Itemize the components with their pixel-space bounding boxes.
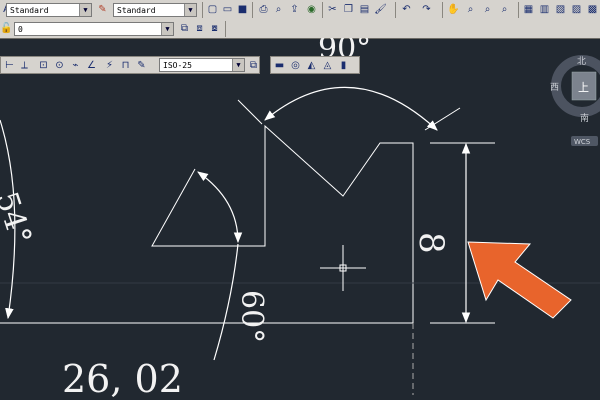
angle-60-text: 60°	[234, 290, 269, 343]
chevron-down-icon[interactable]: ▼	[232, 59, 244, 71]
dim-8-text: 8	[411, 232, 451, 254]
dim-style-value: Standard	[117, 6, 156, 15]
publish-icon[interactable]: ⇪	[288, 3, 301, 16]
region-mass-icon[interactable]: ◭	[305, 59, 318, 72]
dim-60-arc	[197, 171, 243, 244]
chevron-down-icon[interactable]: ▼	[79, 4, 91, 16]
layer-previous-icon[interactable]: ⧇	[208, 22, 221, 35]
toolbar-separator	[202, 2, 203, 18]
angle-extension-line-1	[237, 99, 263, 125]
viewcube-west: 西	[550, 82, 559, 93]
tool-palettes-icon[interactable]: ▧	[554, 3, 567, 16]
text-style-select[interactable]: Standard ▼	[6, 3, 92, 17]
make-current-icon[interactable]: ⧈	[193, 22, 206, 35]
linear-dim-icon[interactable]: ⊢	[3, 59, 16, 72]
layer-lock-icon[interactable]: 🔓	[0, 22, 13, 35]
ordinate-dim-icon[interactable]: ⊡	[37, 59, 50, 72]
paste-icon[interactable]: ▤	[358, 3, 371, 16]
dim-90-arc	[264, 86, 438, 131]
toolbar-separator	[252, 2, 253, 18]
pan-icon[interactable]: ✋	[447, 3, 460, 16]
layer-value: 0	[18, 25, 23, 34]
dim-edit-icon[interactable]: ✎	[135, 59, 148, 72]
viewcube[interactable]	[551, 55, 600, 146]
design-center-icon[interactable]: ▥	[538, 3, 551, 16]
radius-dim-icon[interactable]: ⊙	[53, 59, 66, 72]
properties-icon[interactable]: ▦	[522, 3, 535, 16]
zoom-realtime-icon[interactable]: ⌕	[464, 3, 477, 16]
toolbar-separator	[518, 2, 519, 18]
area-icon[interactable]: ◎	[289, 59, 302, 72]
toolbar-separator	[442, 2, 443, 18]
save-icon[interactable]: ■	[236, 3, 249, 16]
print-preview-icon[interactable]: ⌕	[272, 3, 285, 16]
angle-54-text: 54°	[0, 188, 38, 249]
dim-style-manager-icon[interactable]: ⧉	[247, 59, 260, 72]
part-outline	[0, 124, 414, 324]
toolbar-separator	[322, 2, 323, 18]
chevron-down-icon[interactable]: ▼	[184, 4, 196, 16]
match-properties-icon[interactable]: 🖌	[374, 3, 387, 16]
redo-icon[interactable]: ↷	[420, 3, 433, 16]
sheet-set-icon[interactable]: ▨	[570, 3, 583, 16]
crosshair-cursor	[320, 245, 366, 291]
cut-icon[interactable]: ✂	[326, 3, 339, 16]
layer-select[interactable]: 0 ▼	[14, 22, 174, 36]
wcs-label[interactable]: WCS	[574, 138, 591, 146]
dim-style-icon[interactable]: ✎	[96, 3, 109, 16]
chevron-down-icon[interactable]: ▼	[161, 23, 173, 35]
markup-icon[interactable]: ▩	[586, 3, 599, 16]
text-style-value: Standard	[10, 6, 49, 15]
toolbar-separator	[395, 2, 396, 18]
standard-toolbar: A Standard ▼ ✎ Standard ▼ ▢ ▭ ■ ⎙ ⌕ ⇪ ◉ …	[0, 0, 600, 21]
copy-icon[interactable]: ❐	[342, 3, 355, 16]
layers-toolbar: 🔓 0 ▼ ⧉ ⧈ ⧇	[0, 20, 600, 39]
quick-dim-icon[interactable]: ⚡	[103, 59, 116, 72]
undo-icon[interactable]: ↶	[400, 3, 413, 16]
zoom-window-icon[interactable]: ⌕	[481, 3, 494, 16]
open-file-icon[interactable]: ▭	[221, 3, 234, 16]
pointer-arrow-icon	[467, 241, 572, 319]
dim-26-02-text: 26, 02	[62, 357, 183, 400]
list-icon[interactable]: ◬	[321, 59, 334, 72]
globe-icon[interactable]: ◉	[305, 3, 318, 16]
angular-dim-icon[interactable]: ∠	[85, 59, 98, 72]
angle-extension-line-2	[424, 107, 461, 131]
dimension-toolbar: ⊢ ⟂ ⊡ ⊙ ⌁ ∠ ⚡ ⊓ ✎ ISO-25 ▼ ⧉	[0, 56, 260, 74]
zoom-previous-icon[interactable]: ⌕	[498, 3, 511, 16]
toolbar-separator	[225, 21, 226, 37]
aligned-dim-icon[interactable]: ⟂	[18, 59, 31, 72]
print-icon[interactable]: ⎙	[257, 3, 270, 16]
dimension-lines	[0, 86, 471, 361]
baseline-dim-icon[interactable]: ⊓	[119, 59, 132, 72]
viewcube-south: 南	[580, 112, 589, 124]
locate-point-icon[interactable]: ▮	[337, 59, 350, 72]
viewcube-north: 北	[577, 56, 586, 67]
drawing-canvas[interactable]: 90° 54° 60° 8 26, 02 北 西 南 上 WCS	[0, 38, 600, 400]
dim-style-toolbar-value: ISO-25	[163, 61, 192, 70]
viewcube-top-label: 上	[578, 81, 589, 94]
layer-properties-icon[interactable]: ⧉	[178, 22, 191, 35]
new-file-icon[interactable]: ▢	[206, 3, 219, 16]
distance-icon[interactable]: ▬	[273, 59, 286, 72]
dim-style-toolbar-select[interactable]: ISO-25 ▼	[159, 58, 245, 72]
dim-style-select[interactable]: Standard ▼	[113, 3, 197, 17]
inquiry-toolbar: ▬ ◎ ◭ ◬ ▮	[270, 56, 360, 74]
jogged-dim-icon[interactable]: ⌁	[69, 59, 82, 72]
